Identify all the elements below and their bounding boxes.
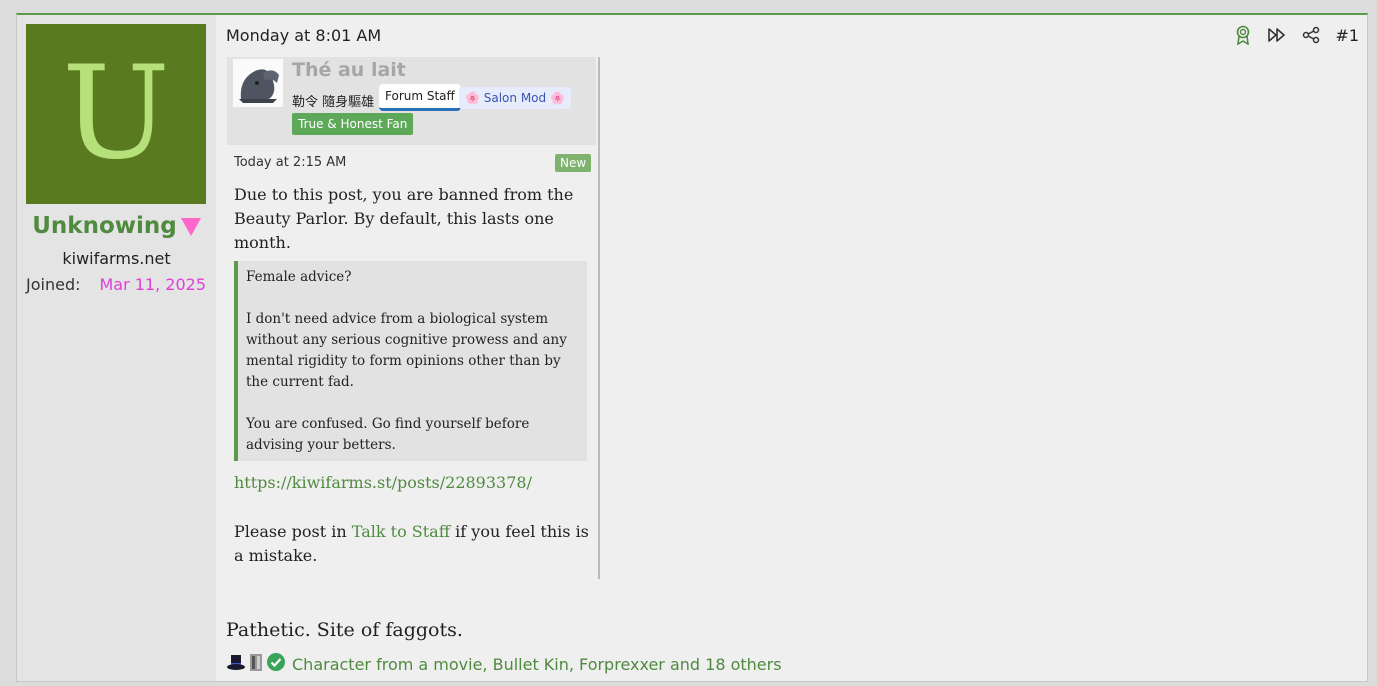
badge-true-honest-fan: True & Honest Fan — [292, 113, 414, 135]
post-timestamp[interactable]: Monday at 8:01 AM — [226, 26, 381, 45]
joined-label: Joined: — [26, 275, 81, 294]
badge-forum-staff: Forum Staff — [379, 84, 461, 111]
username-text[interactable]: Unknowing — [32, 213, 177, 239]
quote-author-avatar[interactable] — [233, 59, 283, 107]
user-site: kiwifarms.net — [62, 249, 171, 268]
quote-author-name[interactable]: Thé au lait — [292, 59, 406, 81]
joined-row: Joined: Mar 11, 2025 — [26, 275, 206, 294]
quote-timestamp[interactable]: Today at 2:15 AM — [234, 155, 346, 170]
reaction-list[interactable]: Character from a movie, Bullet Kin, Forp… — [292, 655, 782, 674]
checkmark-icon — [266, 652, 286, 676]
nested-quote-line: Female advice? — [246, 269, 352, 285]
post-container: U Unknowing kiwifarms.net Joined: Mar 11… — [16, 13, 1368, 682]
nested-quote: Female advice? I don't need advice from … — [234, 261, 587, 461]
triangle-icon — [180, 217, 201, 236]
award-icon[interactable] — [1233, 25, 1253, 45]
reaction-icons[interactable] — [226, 652, 286, 676]
avatar[interactable]: U — [26, 24, 206, 204]
character-icon — [247, 652, 265, 676]
post-link[interactable]: https://kiwifarms.st/posts/22893378/ — [234, 473, 532, 492]
reactions-bar[interactable]: Character from a movie, Bullet Kin, Forp… — [226, 652, 782, 676]
nested-quote-line: I don't need advice from a biological sy… — [246, 311, 567, 390]
footer-text-pre: Please post in — [234, 522, 352, 541]
quote-footer: Please post in Talk to Staff if you feel… — [234, 520, 589, 568]
quote-message: Due to this post, you are banned from th… — [234, 185, 574, 252]
badge-salon-mod: 🌸 Salon Mod 🌸 — [459, 87, 571, 109]
top-hat-icon — [226, 652, 246, 676]
user-column: U Unknowing kiwifarms.net Joined: Mar 11… — [17, 15, 216, 681]
new-badge: New — [555, 154, 592, 172]
nested-quote-line: You are confused. Go find yourself befor… — [246, 416, 530, 453]
quote-author-title: 勒令 隨身驅雄 — [292, 95, 375, 110]
quote-block: Thé au lait 勒令 隨身驅雄 Forum Staff 🌸 Salon … — [227, 57, 600, 579]
quote-header: Thé au lait 勒令 隨身驅雄 Forum Staff 🌸 Salon … — [227, 57, 596, 145]
fast-forward-icon[interactable] — [1267, 25, 1287, 45]
username[interactable]: Unknowing — [17, 213, 216, 239]
post-number[interactable]: #1 — [1335, 26, 1359, 45]
post-body: Pathetic. Site of faggots. — [226, 619, 463, 641]
share-icon[interactable] — [1301, 25, 1321, 45]
post-actions: #1 — [1233, 25, 1359, 45]
joined-value: Mar 11, 2025 — [99, 275, 206, 294]
talk-to-staff-link[interactable]: Talk to Staff — [352, 522, 450, 541]
avatar-letter: U — [62, 39, 170, 188]
